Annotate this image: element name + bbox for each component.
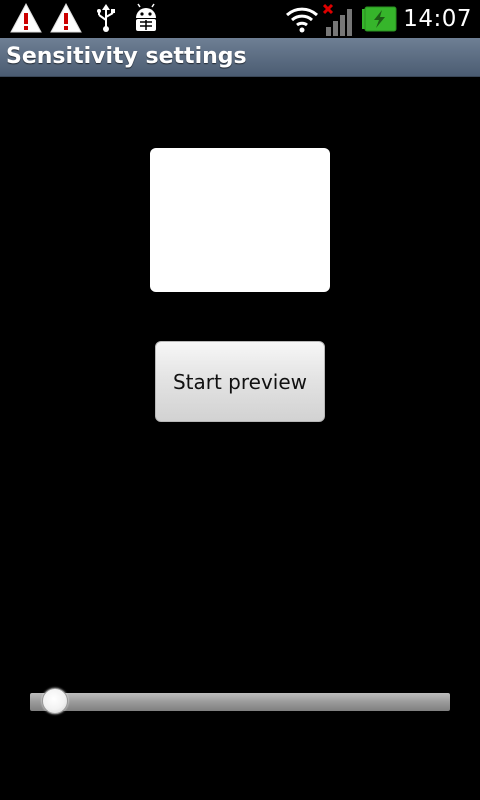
screen: 14:07 Sensitivity settings Start preview — [0, 0, 480, 800]
status-clock: 14:07 — [403, 6, 472, 32]
slider-track[interactable] — [30, 693, 450, 711]
slider-thumb[interactable] — [41, 688, 68, 714]
status-icons-left — [10, 2, 162, 34]
battery-charging-icon — [361, 3, 397, 35]
wifi-icon — [285, 3, 319, 35]
preview-area — [150, 148, 330, 292]
warning-icon — [50, 2, 82, 34]
start-preview-button[interactable]: Start preview — [155, 341, 325, 422]
status-icons-right: 14:07 — [285, 0, 472, 38]
warning-icon — [10, 2, 42, 34]
debug-icon — [130, 2, 162, 34]
status-bar: 14:07 — [0, 0, 480, 38]
signal-no-service-icon — [323, 3, 355, 36]
page-title: Sensitivity settings — [6, 44, 247, 69]
sensitivity-slider[interactable] — [30, 682, 450, 720]
title-bar: Sensitivity settings — [0, 38, 480, 77]
usb-icon — [90, 2, 122, 34]
